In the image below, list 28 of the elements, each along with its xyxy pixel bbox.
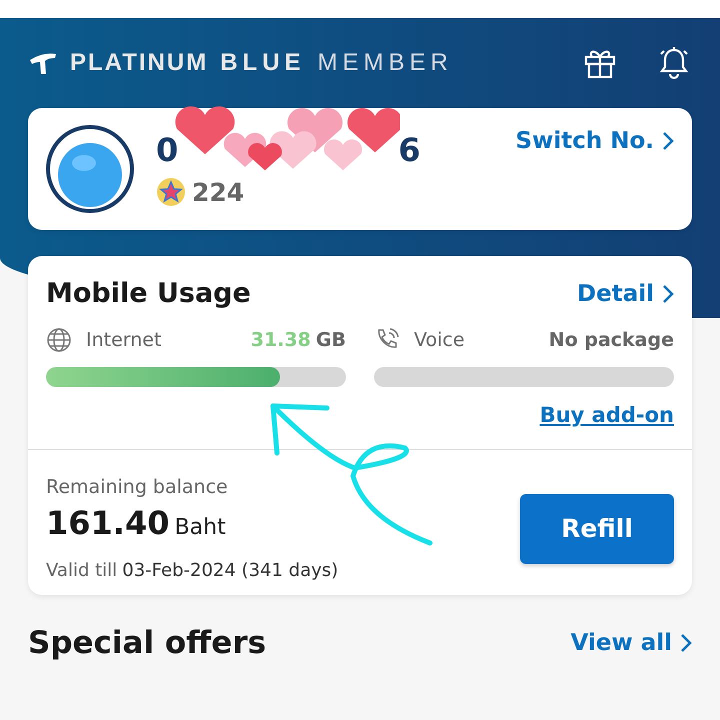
detail-link[interactable]: Detail (577, 280, 674, 306)
phone-number: 6 (398, 131, 421, 169)
points-count: 224 (192, 178, 244, 206)
section-title: Mobile Usage (46, 278, 251, 309)
refill-button[interactable]: Refill (520, 494, 674, 564)
usage-label: Internet (86, 329, 162, 351)
balance-label: Remaining balance (46, 476, 229, 498)
section-title: Special offers (28, 625, 266, 661)
balance-amount: 161.40 (46, 504, 170, 542)
brand-title: BLUE (220, 49, 306, 77)
phone-number: 0 (156, 131, 178, 169)
chevron-icon (662, 131, 674, 151)
brand-title: PLATINUM (70, 49, 208, 77)
globe-icon (46, 327, 72, 353)
brand-subtitle: MEMBER (318, 49, 453, 77)
validity-label: Valid till (46, 560, 118, 581)
chevron-icon (680, 633, 692, 653)
validity-date: 03-Feb-2024 (341 days) (122, 560, 338, 581)
package-status: No package (548, 329, 674, 351)
switch-number-link[interactable]: Switch No. (516, 128, 674, 154)
chevron-icon (662, 284, 674, 304)
data-unit: GB (316, 329, 346, 351)
buy-addon-link[interactable]: Buy add-on (540, 403, 674, 427)
star-coin-icon (156, 177, 186, 207)
view-all-link[interactable]: View all (570, 630, 692, 656)
data-amount: 31.38 (250, 329, 311, 351)
currency-label: Baht (174, 515, 226, 540)
usage-label: Voice (414, 329, 465, 351)
